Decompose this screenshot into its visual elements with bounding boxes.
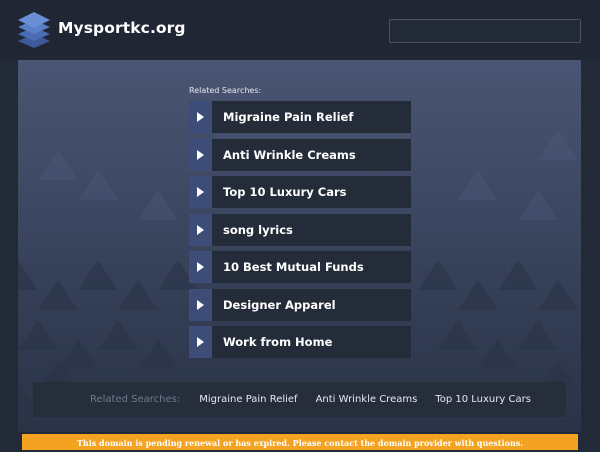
play-arrow-icon (197, 224, 204, 235)
related-links-list: Migraine Pain Relief Anti Wrinkle Creams… (189, 101, 411, 364)
site-header: Mysportkc.org (0, 0, 600, 60)
related-link-label[interactable]: Anti Wrinkle Creams (212, 138, 411, 171)
related-link-item[interactable]: Migraine Pain Relief (189, 101, 411, 133)
bottom-related-bar: Related Searches: Migraine Pain Relief A… (33, 382, 566, 417)
related-link-item[interactable]: song lyrics (189, 213, 411, 246)
bottom-related-link[interactable]: Anti Wrinkle Creams (316, 394, 418, 405)
related-link-label[interactable]: Migraine Pain Relief (212, 101, 411, 133)
related-link-item[interactable]: Anti Wrinkle Creams (189, 138, 411, 171)
related-link-item[interactable]: Designer Apparel (189, 288, 411, 321)
related-link-label[interactable]: Top 10 Luxury Cars (212, 176, 411, 208)
related-link-label[interactable]: Work from Home (212, 326, 411, 358)
link-arrow-box[interactable] (189, 138, 212, 171)
link-arrow-box[interactable] (189, 326, 212, 358)
link-arrow-box[interactable] (189, 101, 212, 133)
play-arrow-icon (197, 337, 204, 347)
play-arrow-icon (197, 112, 204, 122)
stacked-layers-icon[interactable] (18, 12, 50, 48)
play-arrow-icon (197, 187, 204, 197)
link-arrow-box[interactable] (189, 251, 212, 283)
link-arrow-box[interactable] (189, 176, 212, 208)
bottom-related-link[interactable]: Top 10 Luxury Cars (435, 394, 531, 405)
domain-expired-notice: This domain is pending renewal or has ex… (22, 434, 578, 450)
play-arrow-icon (197, 149, 204, 160)
search-input[interactable] (389, 19, 581, 43)
related-link-item[interactable]: Work from Home (189, 326, 411, 358)
site-title[interactable]: Mysportkc.org (58, 19, 186, 37)
play-arrow-icon (197, 299, 204, 310)
related-link-label[interactable]: 10 Best Mutual Funds (212, 251, 411, 283)
related-link-item[interactable]: 10 Best Mutual Funds (189, 251, 411, 283)
related-link-item[interactable]: Top 10 Luxury Cars (189, 176, 411, 208)
related-link-label[interactable]: song lyrics (212, 213, 411, 246)
bottom-related-link[interactable]: Migraine Pain Relief (199, 394, 297, 405)
bottom-related-label: Related Searches: (90, 394, 181, 405)
related-searches-heading: Related Searches: (189, 86, 262, 95)
link-arrow-box[interactable] (189, 213, 212, 246)
play-arrow-icon (197, 262, 204, 272)
related-link-label[interactable]: Designer Apparel (212, 288, 411, 321)
link-arrow-box[interactable] (189, 288, 212, 321)
